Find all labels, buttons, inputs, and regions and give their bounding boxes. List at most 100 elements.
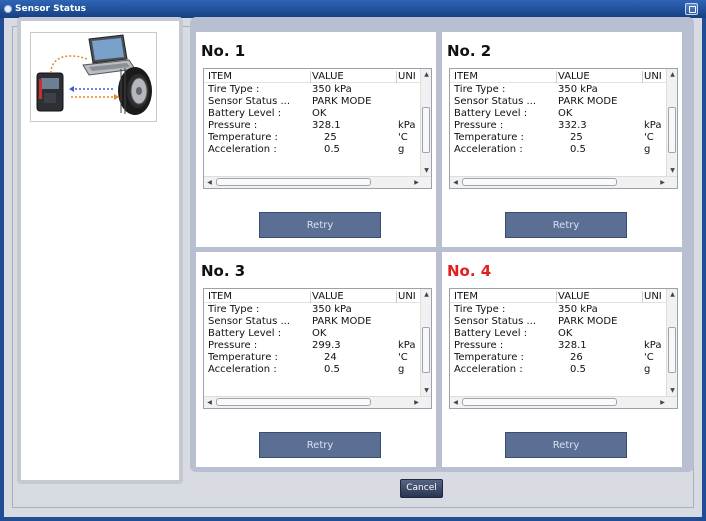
row-value: OK <box>558 108 573 119</box>
scroll-thumb[interactable] <box>668 107 676 153</box>
table-row[interactable]: Battery Level : OK <box>204 108 431 120</box>
column-unit[interactable]: UNI <box>644 291 666 303</box>
scroll-thumb[interactable] <box>462 398 617 406</box>
scroll-left-icon[interactable]: ◀ <box>205 398 214 407</box>
scroll-thumb[interactable] <box>668 327 676 373</box>
retry-button[interactable]: Retry <box>505 212 627 238</box>
list-header: ITEM VALUE UNI <box>204 71 431 83</box>
scroll-right-icon[interactable]: ▶ <box>658 398 667 407</box>
row-value: 350 kPa <box>558 304 598 315</box>
laptop-icon <box>82 34 136 76</box>
sensor-listbox[interactable]: ITEM VALUE UNI Tire Type :350 kPa Sensor Sta… <box>449 68 678 189</box>
table-row[interactable]: Pressure : 328.1 kPa <box>204 120 431 132</box>
table-row[interactable]: Acceleration : 0.5 g <box>450 364 677 376</box>
row-unit: 'C <box>644 132 654 143</box>
column-value[interactable]: VALUE <box>312 291 396 303</box>
table-row[interactable]: Acceleration : 0.5 g <box>450 144 677 156</box>
table-row[interactable]: Temperature : 25 'C <box>450 132 677 144</box>
column-value[interactable]: VALUE <box>558 71 642 83</box>
table-row[interactable]: Pressure : 328.1 kPa <box>450 340 677 352</box>
row-item: Acceleration : <box>454 364 523 375</box>
row-value: 350 kPa <box>312 304 352 315</box>
scroll-left-icon[interactable]: ◀ <box>451 398 460 407</box>
scroll-up-icon[interactable]: ▲ <box>668 70 677 79</box>
table-row[interactable]: Temperature : 25 'C <box>204 132 431 144</box>
sensor-listbox[interactable]: ITEM VALUE UNI Tire Type :350 kPa Sensor Sta… <box>203 68 432 189</box>
column-item[interactable]: ITEM <box>454 291 558 303</box>
sensor-panel-3: No. 3 ITEM VALUE UNI Tire Type :350 kPa Senso… <box>196 252 436 467</box>
horizontal-scrollbar[interactable]: ◀ ▶ <box>204 176 431 188</box>
column-unit[interactable]: UNI <box>644 71 666 83</box>
scroll-left-icon[interactable]: ◀ <box>451 178 460 187</box>
row-item: Tire Type : <box>454 84 506 95</box>
row-unit: 'C <box>398 132 408 143</box>
scroll-thumb[interactable] <box>422 107 430 153</box>
table-row[interactable]: Tire Type : 350 kPa <box>204 84 431 96</box>
table-row[interactable]: Sensor Status ... PARK MODE <box>204 96 431 108</box>
scroll-left-icon[interactable]: ◀ <box>205 178 214 187</box>
row-item: Pressure : <box>208 340 258 351</box>
scroll-right-icon[interactable]: ▶ <box>412 178 421 187</box>
column-item[interactable]: ITEM <box>208 71 312 83</box>
row-value: 24 <box>324 352 337 363</box>
vertical-scrollbar[interactable]: ▲ ▼ <box>666 289 677 396</box>
scroll-up-icon[interactable]: ▲ <box>422 290 431 299</box>
scroll-down-icon[interactable]: ▼ <box>422 166 431 175</box>
scroll-right-icon[interactable]: ▶ <box>658 178 667 187</box>
table-row[interactable]: Acceleration : 0.5 g <box>204 144 431 156</box>
scroll-down-icon[interactable]: ▼ <box>668 166 677 175</box>
row-item: Temperature : <box>208 352 278 363</box>
sensor-listbox[interactable]: ITEM VALUE UNI Tire Type :350 kPa Sensor Sta… <box>449 288 678 409</box>
column-value[interactable]: VALUE <box>558 291 642 303</box>
row-item: Pressure : <box>208 120 258 131</box>
vertical-scrollbar[interactable]: ▲ ▼ <box>420 69 431 176</box>
table-row[interactable]: Tire Type : 350 kPa <box>450 84 677 96</box>
restore-button[interactable] <box>685 3 698 15</box>
scroll-up-icon[interactable]: ▲ <box>668 290 677 299</box>
column-item[interactable]: ITEM <box>454 71 558 83</box>
scroll-down-icon[interactable]: ▼ <box>668 386 677 395</box>
retry-button[interactable]: Retry <box>259 212 381 238</box>
row-item: Tire Type : <box>208 304 260 315</box>
column-value[interactable]: VALUE <box>312 71 396 83</box>
cancel-button[interactable]: Cancel <box>400 479 443 498</box>
vertical-scrollbar[interactable]: ▲ ▼ <box>420 289 431 396</box>
vertical-scrollbar[interactable]: ▲ ▼ <box>666 69 677 176</box>
sensor-panel-1: No. 1 ITEM VALUE UNI Tire Type :350 kPa Senso… <box>196 32 436 247</box>
row-value: 0.5 <box>570 144 586 155</box>
table-row[interactable]: Temperature : 26 'C <box>450 352 677 364</box>
table-row[interactable]: Tire Type : 350 kPa <box>450 304 677 316</box>
table-row[interactable]: Sensor Status ... PARK MODE <box>450 316 677 328</box>
table-row[interactable]: Battery Level : OK <box>450 328 677 340</box>
scroll-thumb[interactable] <box>216 178 371 186</box>
table-row[interactable]: Battery Level : OK <box>450 108 677 120</box>
title-bar: Sensor Status <box>0 0 706 18</box>
retry-button[interactable]: Retry <box>259 432 381 458</box>
scroll-thumb[interactable] <box>462 178 617 186</box>
scroll-down-icon[interactable]: ▼ <box>422 386 431 395</box>
row-item: Temperature : <box>454 352 524 363</box>
table-row[interactable]: Pressure : 332.3 kPa <box>450 120 677 132</box>
retry-button[interactable]: Retry <box>505 432 627 458</box>
row-value: 332.3 <box>558 120 587 131</box>
table-row[interactable]: Sensor Status ... PARK MODE <box>450 96 677 108</box>
column-unit[interactable]: UNI <box>398 71 420 83</box>
horizontal-scrollbar[interactable]: ◀ ▶ <box>450 396 677 408</box>
scroll-up-icon[interactable]: ▲ <box>422 70 431 79</box>
table-row[interactable]: Pressure : 299.3 kPa <box>204 340 431 352</box>
table-row[interactable]: Sensor Status ... PARK MODE <box>204 316 431 328</box>
table-row[interactable]: Battery Level : OK <box>204 328 431 340</box>
scroll-thumb[interactable] <box>422 327 430 373</box>
sensor-listbox[interactable]: ITEM VALUE UNI Tire Type : 350 kPa Sensor Sta… <box>203 288 432 409</box>
table-row[interactable]: Acceleration : 0.5 g <box>204 364 431 376</box>
table-row[interactable]: Temperature : 24 'C <box>204 352 431 364</box>
scroll-right-icon[interactable]: ▶ <box>412 398 421 407</box>
horizontal-scrollbar[interactable]: ◀ ▶ <box>204 396 431 408</box>
row-value: PARK MODE <box>312 316 372 327</box>
scroll-thumb[interactable] <box>216 398 371 406</box>
column-item[interactable]: ITEM <box>208 291 312 303</box>
table-row[interactable]: Tire Type : 350 kPa <box>204 304 431 316</box>
column-unit[interactable]: UNI <box>398 291 420 303</box>
horizontal-scrollbar[interactable]: ◀ ▶ <box>450 176 677 188</box>
row-value: 350 kPa <box>312 84 352 95</box>
